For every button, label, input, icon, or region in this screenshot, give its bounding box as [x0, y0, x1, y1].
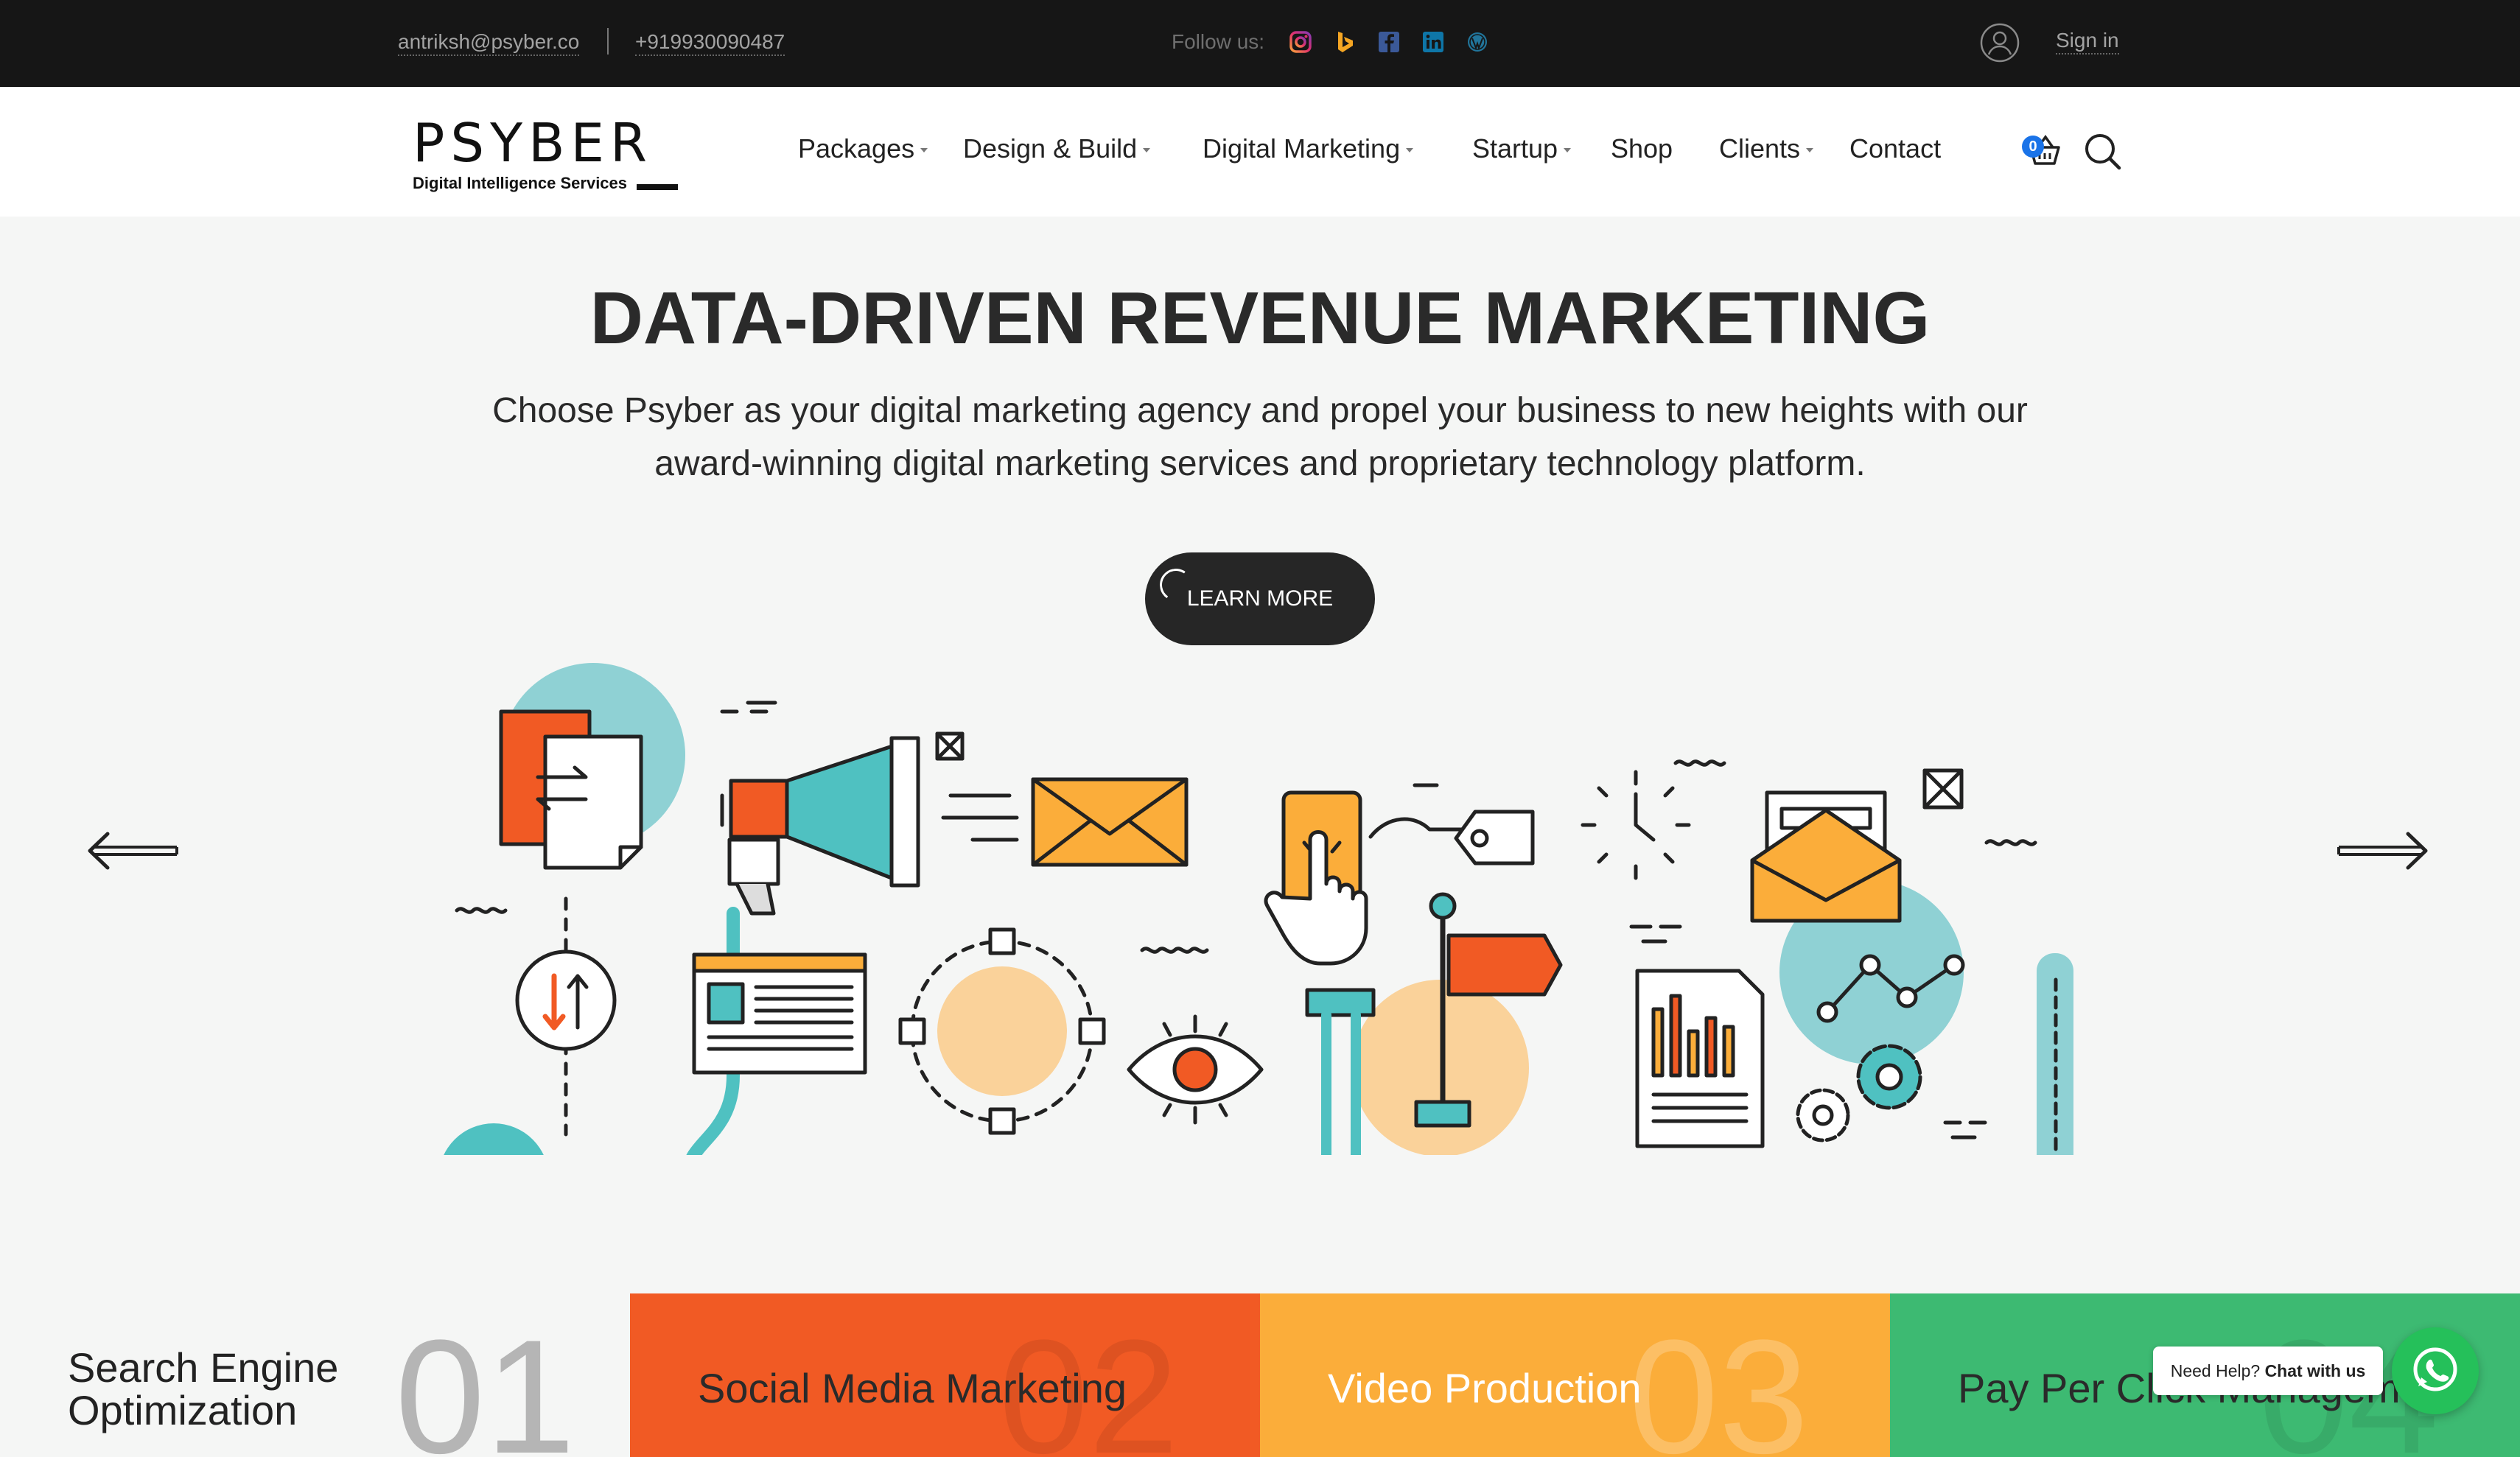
logo-wordmark: PSYBER [413, 112, 654, 174]
divider [607, 28, 609, 55]
search-icon[interactable] [2082, 131, 2124, 172]
service-card-video[interactable]: 03 Video Production [1260, 1293, 1890, 1457]
hero-title: DATA-DRIVEN REVENUE MARKETING [589, 277, 1931, 359]
main-navigation: PSYBER Digital Intelligence Services Pac… [0, 87, 2520, 217]
whatsapp-chat-button[interactable] [2392, 1327, 2479, 1414]
chat-help-bubble[interactable]: Need Help? Chat with us [2153, 1347, 2383, 1395]
service-label: Video Production [1328, 1365, 1642, 1411]
sign-in-link[interactable]: Sign in [2056, 28, 2119, 55]
caret-down-icon [1143, 148, 1151, 153]
linkedin-icon[interactable] [1421, 29, 1446, 55]
user-icon[interactable] [1979, 22, 2020, 63]
caret-down-icon [1564, 148, 1572, 153]
nav-item-digital-marketing[interactable]: Digital Marketing [1203, 133, 1414, 165]
service-card-social-media[interactable]: 02 Social Media Marketing [630, 1293, 1260, 1457]
wordpress-icon[interactable] [1465, 29, 1490, 55]
service-number: 03 [1628, 1306, 1809, 1457]
logo[interactable]: PSYBER Digital Intelligence Services [413, 113, 678, 194]
nav-item-packages[interactable]: Packages [798, 133, 928, 165]
service-label: Search Engine Optimization [68, 1344, 339, 1433]
logo-tagline: Digital Intelligence Services [413, 174, 628, 192]
nav-item-shop[interactable]: Shop [1611, 133, 1673, 165]
phone-link[interactable]: +919930090487 [635, 29, 785, 56]
caret-down-icon [1406, 148, 1414, 153]
top-bar: antriksh@psyber.co +919930090487 Follow … [0, 0, 2520, 87]
nav-item-clients[interactable]: Clients [1719, 133, 1814, 165]
hero-subtitle: Choose Psyber as your digital marketing … [492, 391, 2028, 483]
instagram-icon[interactable] [1288, 29, 1313, 55]
caret-down-icon [920, 148, 928, 153]
nav-item-startup[interactable]: Startup [1472, 133, 1572, 165]
follow-label: Follow us: [1172, 30, 1265, 53]
slider-prev-arrow-icon[interactable] [85, 825, 181, 877]
service-card-seo[interactable]: Search Engine Optimization 01 [0, 1293, 630, 1457]
cart-count-badge: 0 [2022, 136, 2044, 158]
learn-more-button[interactable]: LEARN MORE [1145, 552, 1375, 645]
caret-down-icon [1806, 148, 1814, 153]
nav-item-contact[interactable]: Contact [1849, 133, 1941, 165]
whatsapp-icon [2413, 1347, 2457, 1391]
hero-illustration [444, 663, 2073, 1155]
email-link[interactable]: antriksh@psyber.co [398, 29, 580, 56]
nav-item-design-build[interactable]: Design & Build [963, 133, 1151, 165]
facebook-icon[interactable] [1376, 29, 1401, 55]
slider-next-arrow-icon[interactable] [2334, 825, 2430, 877]
logo-underline [637, 184, 678, 190]
bing-icon[interactable] [1332, 29, 1357, 55]
service-label: Social Media Marketing [698, 1365, 1127, 1411]
service-number: 01 [395, 1306, 575, 1457]
